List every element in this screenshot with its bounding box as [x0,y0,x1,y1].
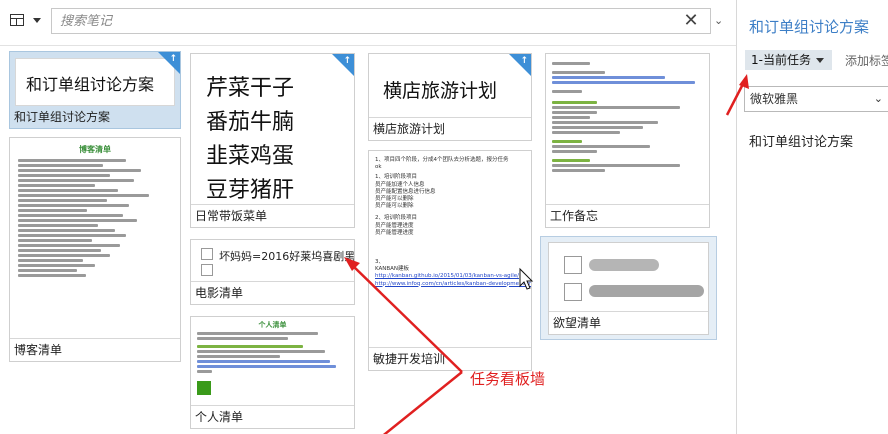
note-preview: 和订单组讨论方案 [26,75,155,94]
tag-label: 1-当前任务 [751,53,811,67]
note-preview-line: ok [375,164,382,171]
blurred-text [589,285,704,297]
note-title: 欲望清单 [549,311,708,334]
note-card[interactable]: 坏妈妈=2016好莱坞喜剧黑马 电影清单 [190,239,355,305]
view-switch-button[interactable] [7,12,45,32]
note-preview-title: 个人清单 [258,321,287,329]
note-preview-line: 1、项目四个阶段，分成4个团队去分析选题，报分任务 [375,157,509,163]
checkbox-icon [201,264,213,276]
note-body-title: 和订单组讨论方案 [749,135,854,150]
note-card[interactable]: 欲望清单 [540,236,717,340]
tag-chip[interactable]: 1-当前任务 [745,50,832,70]
font-select-value: 微软雅黑 [750,92,799,106]
note-title: 和订单组讨论方案 [10,106,180,128]
note-preview-line: 2、培训阶段项目 [375,215,417,222]
close-icon[interactable]: ✕ [682,12,700,30]
up-arrow-icon: ↑ [520,56,528,66]
notes-grid: 和订单组讨论方案 ↑ 和订单组讨论方案 博客清单 博客清单 芹菜干子 番茄牛腩 … [0,46,736,434]
note-preview-link[interactable]: http://kanban.github.io/2015/01/03/kanba… [375,273,525,280]
note-preview-line: KANBAN建板 [375,266,410,273]
chevron-down-icon: ⌄ [873,92,883,105]
note-title: 电影清单 [191,281,354,304]
note-preview-line: 员产能加速个人信息 [375,181,425,188]
up-arrow-icon: ↑ [169,54,177,64]
green-square-icon [197,381,211,395]
note-title: 博客清单 [10,338,180,361]
note-title[interactable]: 和订单组讨论方案 [749,16,869,37]
note-card[interactable]: 和订单组讨论方案 ↑ 和订单组讨论方案 [9,51,181,129]
note-preview-line: 1、培训阶段项目 [375,174,417,181]
note-preview-line: 员产能可以删除 [375,203,414,210]
checkbox-icon [201,248,213,260]
chevron-down-icon[interactable]: ⌄ [714,14,726,27]
note-preview-line: 芹菜干子 [206,76,295,101]
note-card[interactable]: 博客清单 博客清单 [9,137,181,362]
note-preview: 横店旅游计划 [383,80,498,102]
note-card[interactable]: 芹菜干子 番茄牛腩 韭菜鸡蛋 豆芽猪肝 ↑ 日常带饭菜单 [190,53,355,228]
note-detail-panel: 和订单组讨论方案 1-当前任务 添加标签 微软雅黑 ⌄ 和订单组讨论方案 [725,0,888,434]
add-tag-button[interactable]: 添加标签 [845,52,888,69]
up-arrow-icon: ↑ [343,56,351,66]
note-preview-link[interactable]: http://www.infoq.com/cn/articles/kanban-… [375,281,531,288]
note-title: 个人清单 [191,405,354,428]
grid-view-icon [10,14,24,26]
note-preview-line: 豆芽猪肝 [206,178,295,203]
note-card[interactable]: 横店旅游计划 ↑ 横店旅游计划 [368,53,532,141]
note-title: 敏捷开发培训 [369,347,531,370]
annotation-arrow [725,74,749,116]
note-title: 日常带饭菜单 [191,204,354,227]
checkbox-icon [564,283,582,301]
note-preview-title: 博客清单 [79,145,111,154]
font-select[interactable]: 微软雅黑 ⌄ [744,86,888,112]
note-preview-line: 韭菜鸡蛋 [206,144,295,169]
note-card[interactable]: 个人清单 个人清单 [190,316,355,429]
search-input[interactable] [60,11,660,31]
caret-down-icon [815,58,824,63]
note-title: 横店旅游计划 [369,117,531,140]
search-box[interactable]: ✕ [51,8,711,34]
note-preview-line: 员产能管理进度 [375,222,414,229]
note-preview-line: 员产能配置信息进行信息 [375,188,436,195]
toolbar: ✕ ⌄ [0,0,736,46]
note-preview: 坏妈妈=2016好莱坞喜剧黑马 [219,250,354,263]
checkbox-icon [564,256,582,274]
blurred-text [589,259,659,271]
annotation-label: 任务看板墙 [470,370,546,388]
note-preview-line: 员产能管理进度 [375,229,414,236]
note-title: 工作备忘 [546,204,709,227]
note-card[interactable]: 工作备忘 [545,53,710,228]
note-preview-line: 番茄牛腩 [206,110,295,135]
caret-down-icon [33,18,41,23]
note-card[interactable]: 1、项目四个阶段，分成4个团队去分析选题，报分任务 ok 1、培训阶段项目 员产… [368,150,532,371]
